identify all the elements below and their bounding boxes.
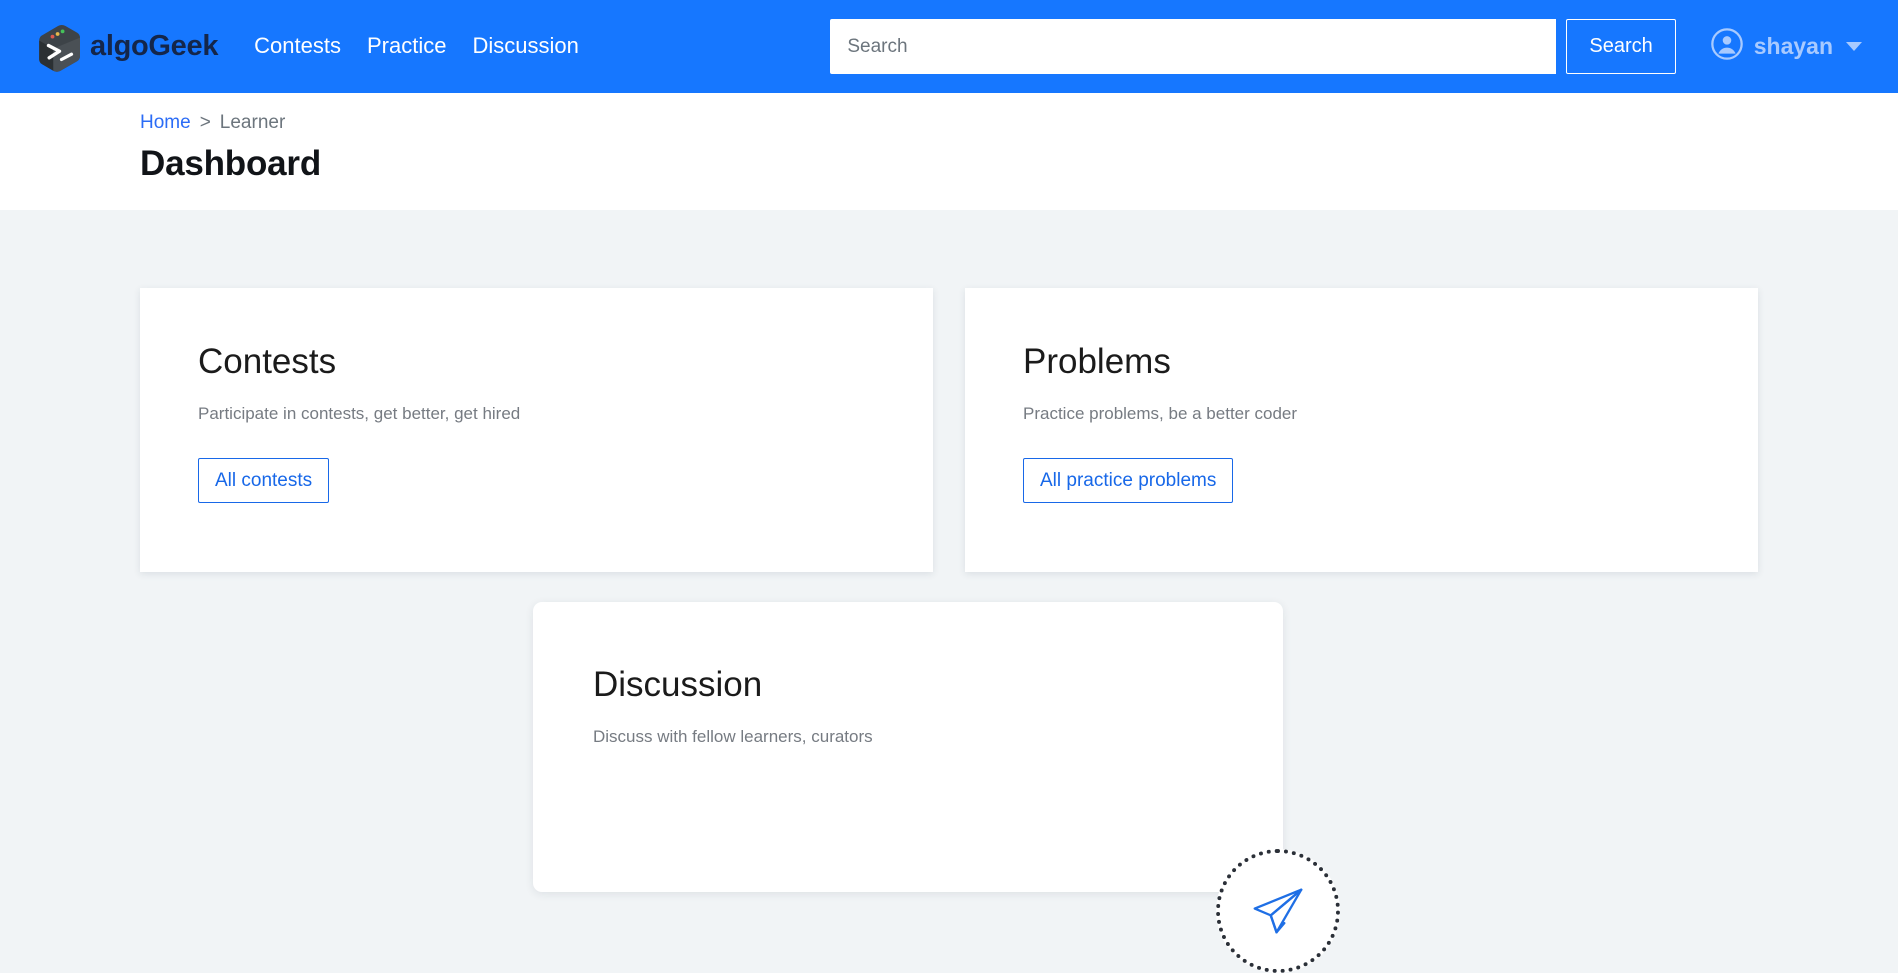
page-header-band: Home > Learner Dashboard bbox=[0, 93, 1898, 210]
user-menu[interactable]: shayan bbox=[1710, 28, 1862, 65]
primary-nav: Contests Practice Discussion bbox=[254, 35, 579, 58]
navbar-right-section: Search shayan bbox=[830, 19, 1862, 74]
discussion-card-description: Discuss with fellow learners, curators bbox=[593, 726, 873, 746]
chevron-down-icon[interactable] bbox=[1846, 42, 1862, 51]
nav-item-practice[interactable]: Practice bbox=[367, 35, 446, 58]
breadcrumb: Home > Learner bbox=[140, 113, 1898, 132]
breadcrumb-home-link[interactable]: Home bbox=[140, 113, 191, 132]
nav-link-discussion[interactable]: Discussion bbox=[472, 33, 578, 58]
contests-card-description: Participate in contests, get better, get… bbox=[198, 403, 521, 423]
problems-card: Problems Practice problems, be a better … bbox=[965, 288, 1758, 572]
nav-item-contests[interactable]: Contests bbox=[254, 35, 341, 58]
search-input[interactable] bbox=[830, 19, 1557, 74]
dashboard-cards-row: Contests Participate in contests, get be… bbox=[0, 288, 1898, 572]
discussion-card-title: Discussion bbox=[593, 665, 763, 704]
user-name-label: shayan bbox=[1753, 33, 1833, 59]
discussion-card-wrapper: Discussion Discuss with fellow learners,… bbox=[533, 602, 1283, 892]
terminal-prompt-logo-icon bbox=[30, 18, 88, 76]
breadcrumb-separator: > bbox=[199, 112, 211, 133]
discussion-card: Discussion Discuss with fellow learners,… bbox=[533, 602, 1283, 892]
brand-logo-link[interactable]: algoGeek bbox=[30, 18, 218, 76]
account-circle-icon bbox=[1710, 28, 1743, 65]
paper-plane-send-icon bbox=[1247, 880, 1309, 942]
problems-card-description: Practice problems, be a better coder bbox=[1023, 403, 1298, 423]
breadcrumb-current: Learner bbox=[219, 112, 286, 133]
brand-name: algoGeek bbox=[90, 30, 219, 62]
paper-plane-send-icon-button[interactable] bbox=[1216, 849, 1340, 973]
search-form: Search bbox=[830, 19, 1676, 74]
contests-card: Contests Participate in contests, get be… bbox=[140, 288, 933, 572]
nav-item-discussion[interactable]: Discussion bbox=[472, 35, 578, 58]
problems-card-title: Problems bbox=[1023, 342, 1171, 381]
nav-link-practice[interactable]: Practice bbox=[367, 33, 446, 58]
nav-link-contests[interactable]: Contests bbox=[254, 33, 341, 58]
contests-card-title: Contests bbox=[198, 342, 337, 381]
main-content: Contests Participate in contests, get be… bbox=[0, 210, 1898, 973]
all-contests-button[interactable]: All contests bbox=[198, 457, 330, 503]
page-title: Dashboard bbox=[140, 144, 322, 183]
search-button[interactable]: Search bbox=[1566, 19, 1676, 74]
all-practice-problems-button[interactable]: All practice problems bbox=[1023, 457, 1234, 503]
top-navbar: algoGeek Contests Practice Discussion Se… bbox=[0, 0, 1898, 93]
